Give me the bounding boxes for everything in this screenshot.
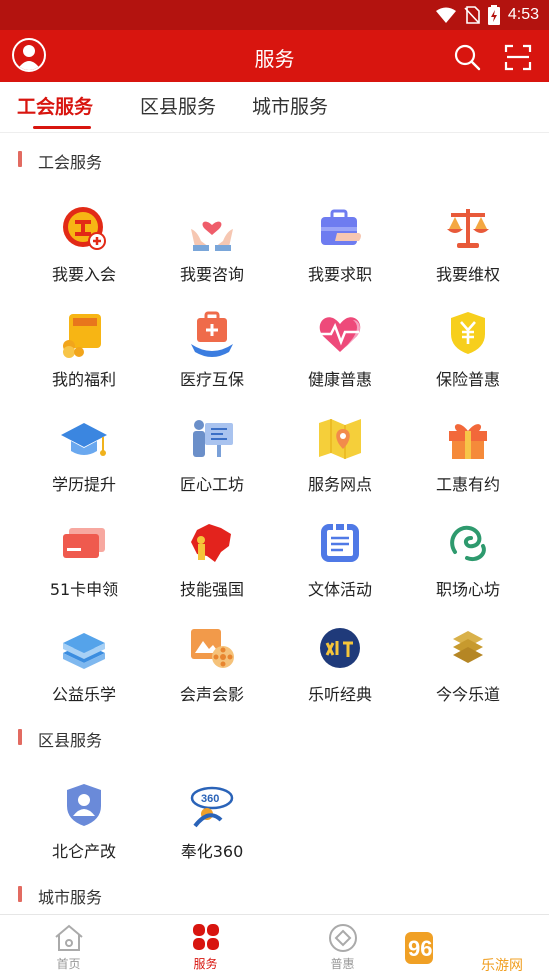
service-skills[interactable]: 技能强国 (148, 518, 276, 618)
heartbeat-icon (319, 317, 361, 352)
section-marker (18, 729, 22, 745)
service-label: 学历提升 (51, 475, 116, 494)
map-pin-icon (319, 419, 361, 459)
gift-box-icon (449, 424, 487, 459)
wifi-icon (435, 7, 456, 23)
service-label: 今今乐道 (435, 685, 500, 704)
service-label: 服务网点 (307, 475, 372, 494)
service-health[interactable]: 健康普惠 (276, 308, 404, 408)
swirl-logo-icon (450, 525, 486, 561)
union-badge-icon (63, 207, 106, 250)
service-culture-sports[interactable]: 文体活动 (276, 518, 404, 618)
service-label: 医疗互保 (179, 370, 244, 389)
service-label: 技能强国 (179, 580, 244, 599)
briefcase-icon (321, 209, 361, 245)
service-public-learning[interactable]: 公益乐学 (20, 623, 148, 723)
watermark-graphic: 962.NET 乐游网 (405, 932, 523, 974)
service-label: 会声会影 (179, 685, 244, 704)
service-insurance[interactable]: 保险普惠 (404, 308, 532, 408)
music-listen-icon (320, 628, 360, 668)
service-beilun[interactable]: 北仑产改 (20, 780, 148, 880)
graduation-cap-icon (61, 423, 107, 456)
service-craftsman[interactable]: 匠心工坊 (148, 413, 276, 513)
tab-district-services[interactable]: 区县服务 (140, 92, 216, 119)
service-welfare[interactable]: 我的福利 (20, 308, 148, 408)
section-title-union: 工会服务 (38, 153, 103, 172)
service-media[interactable]: 会声会影 (148, 623, 276, 723)
nav-label: 首页 (56, 957, 81, 971)
service-consult[interactable]: 我要咨询 (148, 203, 276, 303)
service-label: 北仑产改 (51, 842, 116, 861)
tab-bar: 工会服务 区县服务 城市服务 (0, 82, 549, 133)
service-job-seek[interactable]: 我要求职 (276, 203, 404, 303)
status-bar: 4:53 (0, 0, 549, 30)
wallet-coins-icon (63, 314, 101, 358)
service-51-card[interactable]: 51卡申领 (20, 518, 148, 618)
watermark-sub: 乐游网 (481, 958, 523, 972)
service-label: 我要求职 (307, 265, 372, 284)
workshop-board-icon (193, 420, 233, 457)
service-outlets[interactable]: 服务网点 (276, 413, 404, 513)
section-title-city: 城市服务 (38, 888, 103, 907)
section-title-district: 区县服务 (38, 731, 103, 750)
tab-union-services[interactable]: 工会服务 (17, 92, 93, 119)
service-label: 职场心坊 (435, 580, 500, 599)
nav-label: 服务 (193, 957, 218, 971)
shield-yen-icon (451, 312, 485, 354)
service-jinjin[interactable]: 今今乐道 (404, 623, 532, 723)
service-label: 奉化360 (180, 842, 244, 861)
no-sim-icon (464, 6, 480, 24)
search-icon[interactable] (452, 42, 482, 72)
service-label: 文体活动 (307, 580, 372, 599)
medical-kit-icon (191, 311, 233, 357)
scan-icon[interactable] (503, 42, 533, 72)
service-fenghua-360[interactable]: 360 奉化360 (148, 780, 276, 880)
service-flower-icon (192, 924, 219, 950)
nav-puhui[interactable]: 普惠 (274, 915, 411, 977)
status-time: 4:53 (507, 6, 539, 23)
service-label: 公益乐学 (51, 685, 116, 704)
card-icon (63, 528, 105, 558)
nav-service[interactable]: 服务 (137, 915, 274, 977)
svg-text:360: 360 (201, 793, 219, 805)
section-marker (18, 886, 22, 902)
calendar-note-icon (321, 522, 359, 562)
photo-film-icon (191, 629, 234, 668)
fenghua-360-icon: 360 (190, 786, 234, 828)
service-label: 我要维权 (435, 265, 500, 284)
watermark-logo: 962.NET 乐游网 (403, 926, 543, 974)
service-education[interactable]: 学历提升 (20, 413, 148, 513)
scales-icon (447, 209, 489, 248)
service-label: 保险普惠 (435, 370, 500, 389)
service-gift[interactable]: 工惠有约 (404, 413, 532, 513)
china-map-icon (191, 524, 231, 562)
service-medical[interactable]: 医疗互保 (148, 308, 276, 408)
service-rights[interactable]: 我要维权 (404, 203, 532, 303)
layers-logo-icon (453, 631, 483, 663)
diamond-icon (328, 924, 357, 952)
nav-label: 普惠 (330, 957, 355, 971)
home-icon (54, 924, 83, 951)
section-marker (18, 151, 22, 167)
nav-home[interactable]: 首页 (0, 915, 137, 977)
battery-charging-icon (487, 5, 500, 25)
heart-hands-icon (191, 221, 233, 251)
service-label: 我要入会 (51, 265, 116, 284)
service-label: 工惠有约 (435, 475, 500, 494)
service-label: 乐听经典 (307, 685, 372, 704)
tab-city-services[interactable]: 城市服务 (252, 92, 328, 119)
service-workplace-mind[interactable]: 职场心坊 (404, 518, 532, 618)
tab-indicator (33, 126, 91, 129)
service-label: 匠心工坊 (179, 475, 244, 494)
service-label: 健康普惠 (307, 370, 372, 389)
service-label: 我的福利 (51, 370, 116, 389)
service-classics[interactable]: 乐听经典 (276, 623, 404, 723)
book-stack-icon (63, 633, 105, 669)
service-join-union[interactable]: 我要入会 (20, 203, 148, 303)
service-label: 我要咨询 (179, 265, 244, 284)
app-bar: 服务 (0, 30, 549, 82)
service-label: 51卡申领 (49, 580, 119, 599)
user-shield-icon (67, 784, 101, 826)
